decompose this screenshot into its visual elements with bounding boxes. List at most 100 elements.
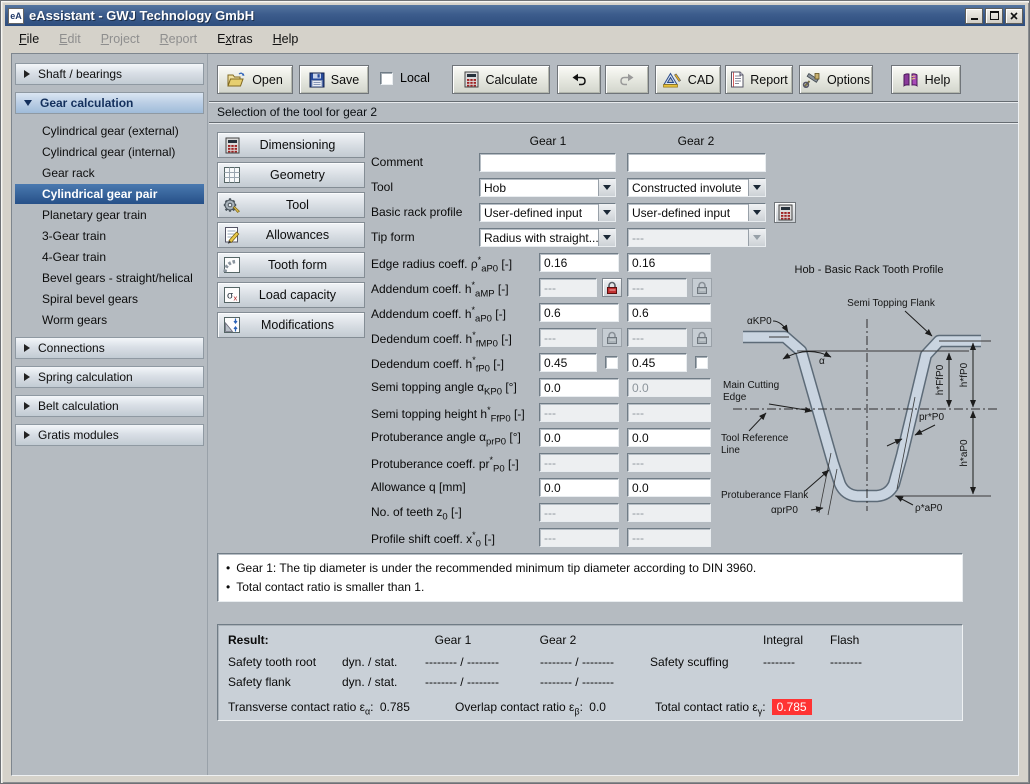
- sidebar-item-cylindrical-gear-pair[interactable]: Cylindrical gear pair: [15, 184, 204, 204]
- label-alpha: α: [819, 356, 825, 367]
- nav-button-tool[interactable]: Tool: [217, 192, 365, 218]
- menu-file[interactable]: File: [11, 30, 47, 48]
- help-button[interactable]: Help: [891, 65, 961, 94]
- field-semi-topping-angle-gear1[interactable]: 0.0: [539, 378, 619, 397]
- result-col-integral: Integral: [763, 633, 803, 647]
- pencil-ruler-icon: [221, 225, 243, 245]
- label-tool: Tool: [371, 180, 393, 194]
- cad-button-label: CAD: [688, 73, 714, 87]
- sidebar-item-worm-gears[interactable]: Worm gears: [15, 310, 204, 330]
- nav-button-modifications[interactable]: Modifications: [217, 312, 365, 338]
- tooth-band: [743, 337, 981, 496]
- field-protuberance-angle-gear2[interactable]: 0.0: [627, 428, 711, 447]
- options-icon: [802, 72, 821, 88]
- select-tip-form-gear1[interactable]: Radius with straight...: [479, 228, 616, 247]
- calculate-button[interactable]: Calculate: [452, 65, 550, 94]
- minimize-button[interactable]: [965, 8, 983, 24]
- field-comment-gear1[interactable]: [479, 153, 616, 172]
- sidebar-section-gratis-modules[interactable]: Gratis modules: [15, 424, 204, 446]
- warning-box: • Gear 1: The tip diameter is under the …: [217, 553, 963, 602]
- heading-separator: [209, 122, 1018, 124]
- nav-button-geometry[interactable]: Geometry: [217, 162, 365, 188]
- sidebar-section-label: Shaft / bearings: [38, 67, 122, 81]
- lock-locked-icon-addendum-coeff-amp-gear1[interactable]: [602, 278, 622, 297]
- label-dedendum-coeff-fmp0: Dedendum coeff. h*fMP0 [-]: [371, 330, 512, 349]
- diagram-title: Hob - Basic Rack Tooth Profile: [795, 264, 944, 276]
- label-semi-topping-flank: Semi Topping Flank: [847, 298, 936, 309]
- label-h-ap0: h*aP0: [959, 439, 970, 467]
- field-dedendum-coeff-fp0-gear1[interactable]: 0.45: [539, 353, 597, 372]
- field-comment-gear2[interactable]: [627, 153, 766, 172]
- label-protuberance-angle: Protuberance angle αprP0 [°]: [371, 430, 521, 447]
- sidebar-section-shaft-bearings[interactable]: Shaft / bearings: [15, 63, 204, 85]
- field-edge-radius-coeff-gear1[interactable]: 0.16: [539, 253, 619, 272]
- label-no-of-teeth: No. of teeth z0 [-]: [371, 505, 462, 522]
- nav-button-label: Tooth form: [243, 258, 352, 272]
- checkbox-dedendum-coeff-fp0-gear1[interactable]: [605, 356, 618, 369]
- open-button-label: Open: [252, 73, 283, 87]
- label-protuberance-coeff: Protuberance coeff. pr*P0 [-]: [371, 455, 519, 474]
- field-allowance-q-gear2[interactable]: 0.0: [627, 478, 711, 497]
- maximize-button[interactable]: [985, 8, 1003, 24]
- cad-button[interactable]: CAD: [655, 65, 721, 94]
- select-basic-rack-profile-gear2[interactable]: User-defined input: [627, 203, 766, 222]
- sidebar-item-cylindrical-gear-external[interactable]: Cylindrical gear (external): [15, 121, 204, 141]
- sidebar-item-spiral-bevel-gears[interactable]: Spiral bevel gears: [15, 289, 204, 309]
- report-button[interactable]: Report: [725, 65, 793, 94]
- field-dedendum-coeff-fp0-gear2[interactable]: 0.45: [627, 353, 687, 372]
- field-addendum-coeff-ap0-gear1[interactable]: 0.6: [539, 303, 619, 322]
- field-protuberance-angle-gear1[interactable]: 0.0: [539, 428, 619, 447]
- save-button[interactable]: Save: [299, 65, 369, 94]
- nav-button-dimensioning[interactable]: Dimensioning: [217, 132, 365, 158]
- label-tool-reference-line: Tool Reference: [721, 433, 789, 444]
- sidebar-section-gear-calculation[interactable]: Gear calculation: [15, 92, 204, 114]
- help-button-label: Help: [925, 73, 951, 87]
- local-checkbox[interactable]: [380, 72, 393, 85]
- grid-icon: [221, 165, 243, 185]
- field-addendum-coeff-ap0-gear2[interactable]: 0.6: [627, 303, 711, 322]
- menu-help[interactable]: Help: [265, 30, 307, 48]
- nav-button-tooth-form[interactable]: Tooth form: [217, 252, 365, 278]
- select-tool-gear2[interactable]: Constructed involute: [627, 178, 766, 197]
- open-button[interactable]: Open: [217, 65, 293, 94]
- nav-button-load-capacity[interactable]: σxLoad capacity: [217, 282, 365, 308]
- sidebar-item-planetary-gear-train[interactable]: Planetary gear train: [15, 205, 204, 225]
- menu-extras[interactable]: Extras: [209, 30, 260, 48]
- label-semi-topping-angle: Semi topping angle αKP0 [°]: [371, 380, 517, 397]
- redo-button: [605, 65, 649, 94]
- nav-button-allowances[interactable]: Allowances: [217, 222, 365, 248]
- sidebar-section-connections[interactable]: Connections: [15, 337, 204, 359]
- checkbox-dedendum-coeff-fp0-gear2[interactable]: [695, 356, 708, 369]
- label-rho-ap0: ρ*aP0: [915, 503, 943, 514]
- label-allowance-q: Allowance q [mm]: [371, 480, 466, 494]
- label-comment: Comment: [371, 155, 423, 169]
- sidebar-item-cylindrical-gear-internal[interactable]: Cylindrical gear (internal): [15, 142, 204, 162]
- result-title: Result:: [228, 633, 269, 647]
- sidebar-item-gear-rack[interactable]: Gear rack: [15, 163, 204, 183]
- close-button[interactable]: [1005, 8, 1023, 24]
- lock-icon-dedendum-coeff-fmp0-gear2: [692, 328, 712, 347]
- undo-button[interactable]: [557, 65, 601, 94]
- label-main-cutting-edge: Main Cutting: [723, 380, 779, 391]
- basic-rack-calculator-button[interactable]: [774, 202, 796, 223]
- title-bar[interactable]: eA eAssistant - GWJ Technology GmbH: [5, 5, 1025, 26]
- warning-message: • Total contact ratio is smaller than 1.: [226, 578, 954, 597]
- field-semi-topping-height-gear1: ---: [539, 403, 619, 422]
- help-book-icon: [902, 72, 919, 87]
- report-icon: [730, 71, 744, 88]
- field-edge-radius-coeff-gear2[interactable]: 0.16: [627, 253, 711, 272]
- sidebar-item-bevel-gears-straight-helical[interactable]: Bevel gears - straight/helical: [15, 268, 204, 288]
- label-h-ffp0: h*FfP0: [935, 364, 946, 395]
- field-allowance-q-gear1[interactable]: 0.0: [539, 478, 619, 497]
- select-basic-rack-profile-gear1[interactable]: User-defined input: [479, 203, 616, 222]
- tooth-profile-diagram: Hob - Basic Rack Tooth Profile: [719, 257, 1017, 519]
- sidebar-item-3-gear-train[interactable]: 3-Gear train: [15, 226, 204, 246]
- svg-text:Line: Line: [721, 445, 740, 456]
- result-value: -------- / --------: [540, 655, 614, 669]
- sidebar-item-4-gear-train[interactable]: 4-Gear train: [15, 247, 204, 267]
- sidebar-section-belt-calculation[interactable]: Belt calculation: [15, 395, 204, 417]
- sidebar-section-spring-calculation[interactable]: Spring calculation: [15, 366, 204, 388]
- options-button[interactable]: Options: [799, 65, 873, 94]
- svg-text:x: x: [234, 294, 238, 303]
- select-tool-gear1[interactable]: Hob: [479, 178, 616, 197]
